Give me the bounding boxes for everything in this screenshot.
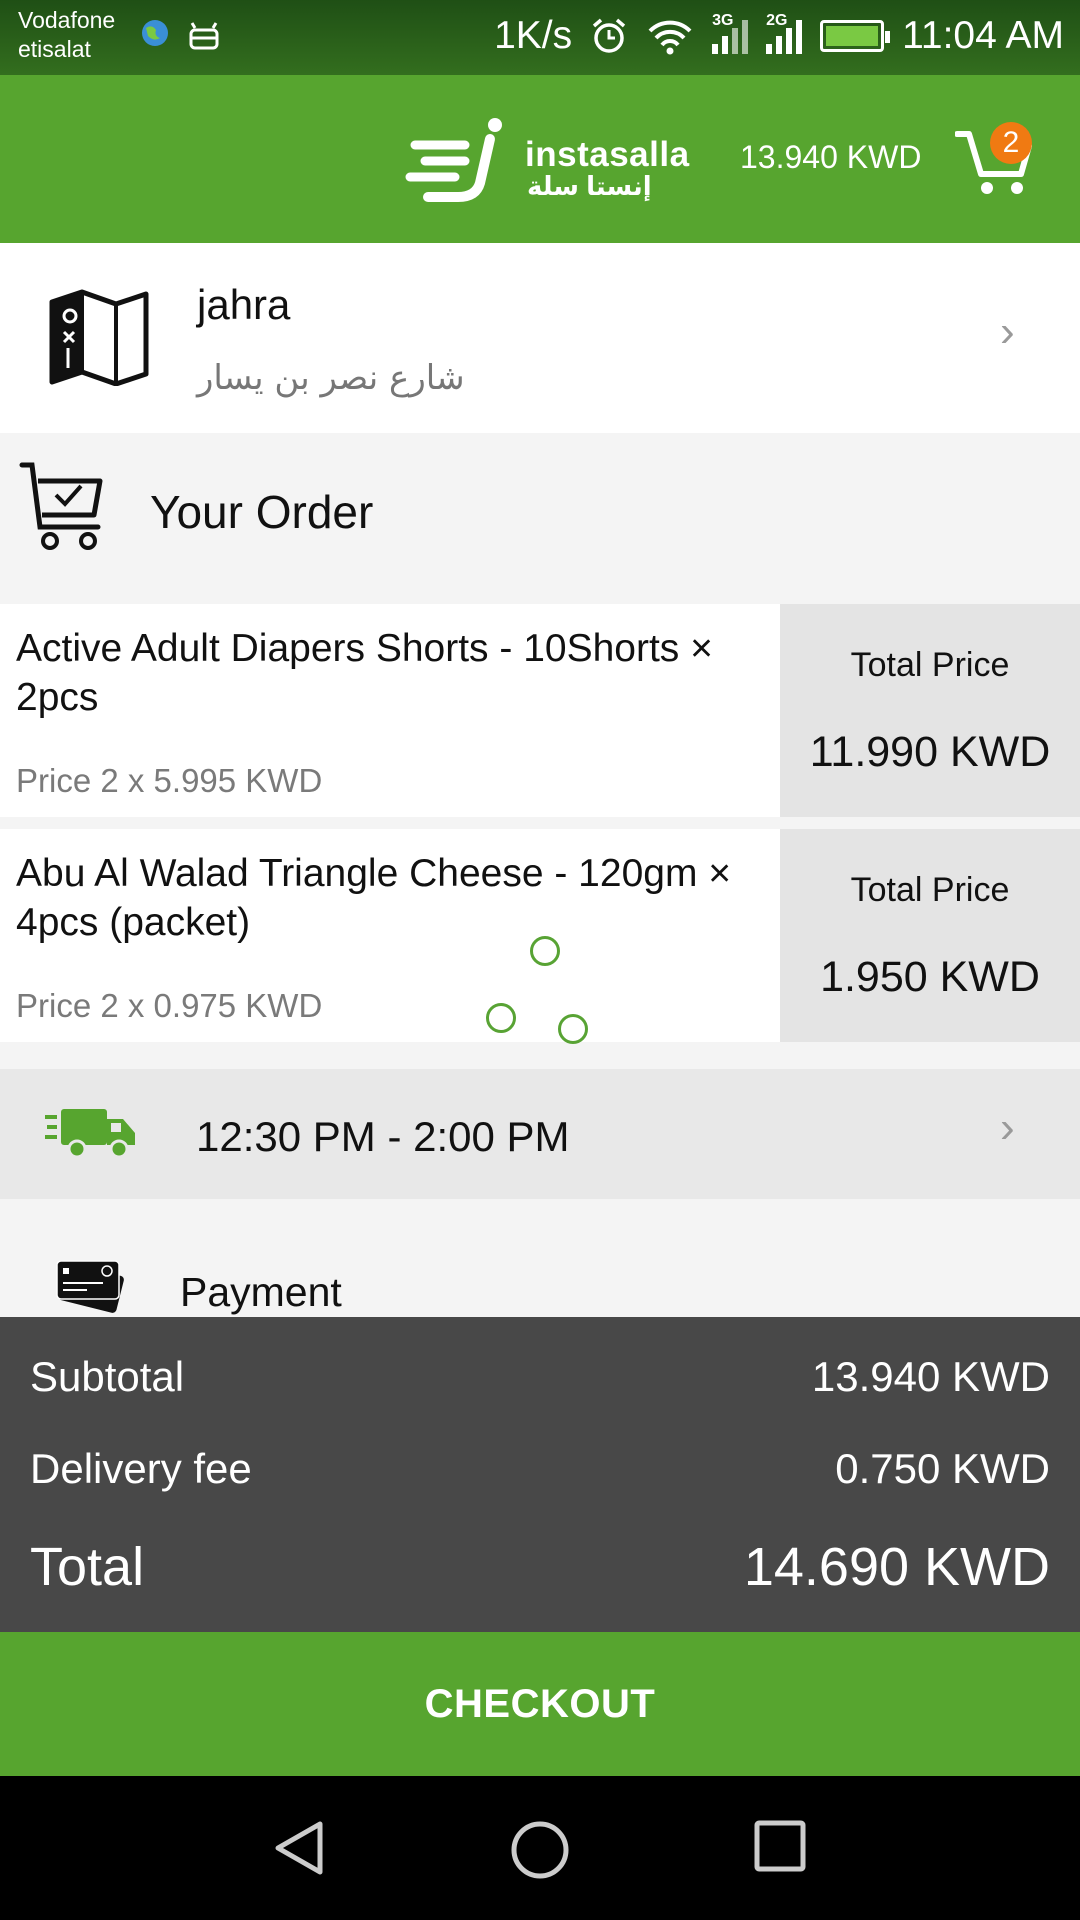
system-nav-bar: [0, 1776, 1080, 1920]
carrier-name-1: Vodafone: [18, 7, 116, 33]
brand-logo[interactable]: instasalla إنستا سلة: [405, 117, 689, 207]
home-icon[interactable]: [510, 1820, 570, 1880]
globe-icon: [142, 20, 168, 46]
clock: 11:04 AM: [902, 14, 1064, 57]
order-item-info: Active Adult Diapers Shorts - 10Shorts ×…: [0, 604, 780, 817]
cart-count-badge: 2: [990, 122, 1032, 164]
cart-total: 13.940 KWD: [740, 139, 922, 175]
order-summary: Subtotal 13.940 KWD Delivery fee 0.750 K…: [0, 1317, 1080, 1632]
spinner-dot: [530, 936, 560, 966]
delivery-fee-row: Delivery fee 0.750 KWD: [30, 1445, 1050, 1493]
total-row: Total 14.690 KWD: [30, 1536, 1050, 1598]
delivery-time-slot: 12:30 PM - 2:00 PM: [196, 1113, 570, 1160]
item-total-box: Total Price 11.990 KWD: [780, 604, 1080, 817]
network-type-2: 2G: [766, 12, 788, 29]
delivery-time-selector[interactable]: 12:30 PM - 2:00 PM ›: [0, 1069, 1080, 1199]
brand-name-ar: إنستا سلة: [527, 171, 652, 201]
subtotal-value: 13.940 KWD: [811, 1353, 1050, 1400]
delivery-fee-label: Delivery fee: [30, 1445, 252, 1492]
credit-card-icon: [56, 1260, 124, 1313]
item-total-label: Total Price: [850, 646, 1010, 684]
network-speed: 1K/s: [494, 14, 573, 57]
notification-icons: [140, 18, 222, 54]
logo-mark-icon: [405, 118, 502, 202]
android-icon: [189, 22, 219, 50]
battery-icon: [820, 20, 891, 52]
address-city: jahra: [197, 281, 291, 328]
payment-label: Payment: [180, 1269, 342, 1315]
product-name: Active Adult Diapers Shorts - 10Shorts ×…: [16, 627, 713, 719]
order-heading: Your Order: [150, 486, 374, 538]
product-name: Abu Al Walad Triangle Cheese - 120gm × 4…: [16, 852, 732, 944]
map-icon: [49, 289, 149, 386]
cart-check-icon: [19, 462, 103, 550]
brand-name-en: instasalla: [525, 135, 690, 174]
item-total-label: Total Price: [850, 871, 1010, 909]
network-type-1: 3G: [712, 12, 734, 29]
subtotal-label: Subtotal: [30, 1353, 185, 1400]
order-section-header: Your Order: [0, 433, 1080, 603]
spinner-dot: [558, 1014, 588, 1044]
item-total-box: Total Price 1.950 KWD: [780, 829, 1080, 1042]
chevron-right-icon: ›: [1000, 1103, 1015, 1152]
recents-icon[interactable]: [754, 1820, 806, 1872]
total-label: Total: [30, 1537, 145, 1597]
checkout-button[interactable]: CHECKOUT: [0, 1632, 1080, 1776]
carrier-name-2: etisalat: [18, 36, 91, 62]
signal-2g-icon: 2G: [766, 12, 803, 54]
app-header: instasalla إنستا سلة 13.940 KWD 2: [0, 75, 1080, 243]
signal-3g-icon: 3G: [712, 12, 749, 54]
status-bar: Vodafone etisalat 1K/s 3G 2G 11:04 AM: [0, 0, 1080, 75]
address-street: شارع نصر بن يسار: [197, 358, 465, 398]
product-unit-price: Price 2 x 0.975 KWD: [16, 987, 323, 1024]
delivery-truck-icon: [45, 1109, 135, 1159]
delivery-address[interactable]: jahra شارع نصر بن يسار ›: [0, 243, 1080, 433]
order-item-info: Abu Al Walad Triangle Cheese - 120gm × 4…: [0, 829, 780, 1042]
chevron-right-icon: ›: [1000, 307, 1015, 356]
product-unit-price: Price 2 x 5.995 KWD: [16, 762, 323, 799]
delivery-fee-value: 0.750 KWD: [835, 1445, 1050, 1492]
status-right: 1K/s 3G 2G 11:04 AM: [494, 12, 1064, 58]
payment-section[interactable]: Payment: [0, 1199, 1080, 1317]
alarm-icon: [592, 18, 626, 53]
back-icon[interactable]: [272, 1820, 328, 1876]
spinner-dot: [486, 1003, 516, 1033]
subtotal-row: Subtotal 13.940 KWD: [30, 1353, 1050, 1401]
item-total-value: 1.950 KWD: [820, 953, 1040, 1001]
order-item[interactable]: Abu Al Walad Triangle Cheese - 120gm × 4…: [0, 829, 1080, 1042]
item-total-value: 11.990 KWD: [809, 728, 1051, 776]
wifi-icon: [648, 20, 692, 55]
total-value: 14.690 KWD: [743, 1537, 1050, 1597]
order-item[interactable]: Active Adult Diapers Shorts - 10Shorts ×…: [0, 604, 1080, 817]
carrier-info: Vodafone etisalat: [18, 6, 115, 64]
